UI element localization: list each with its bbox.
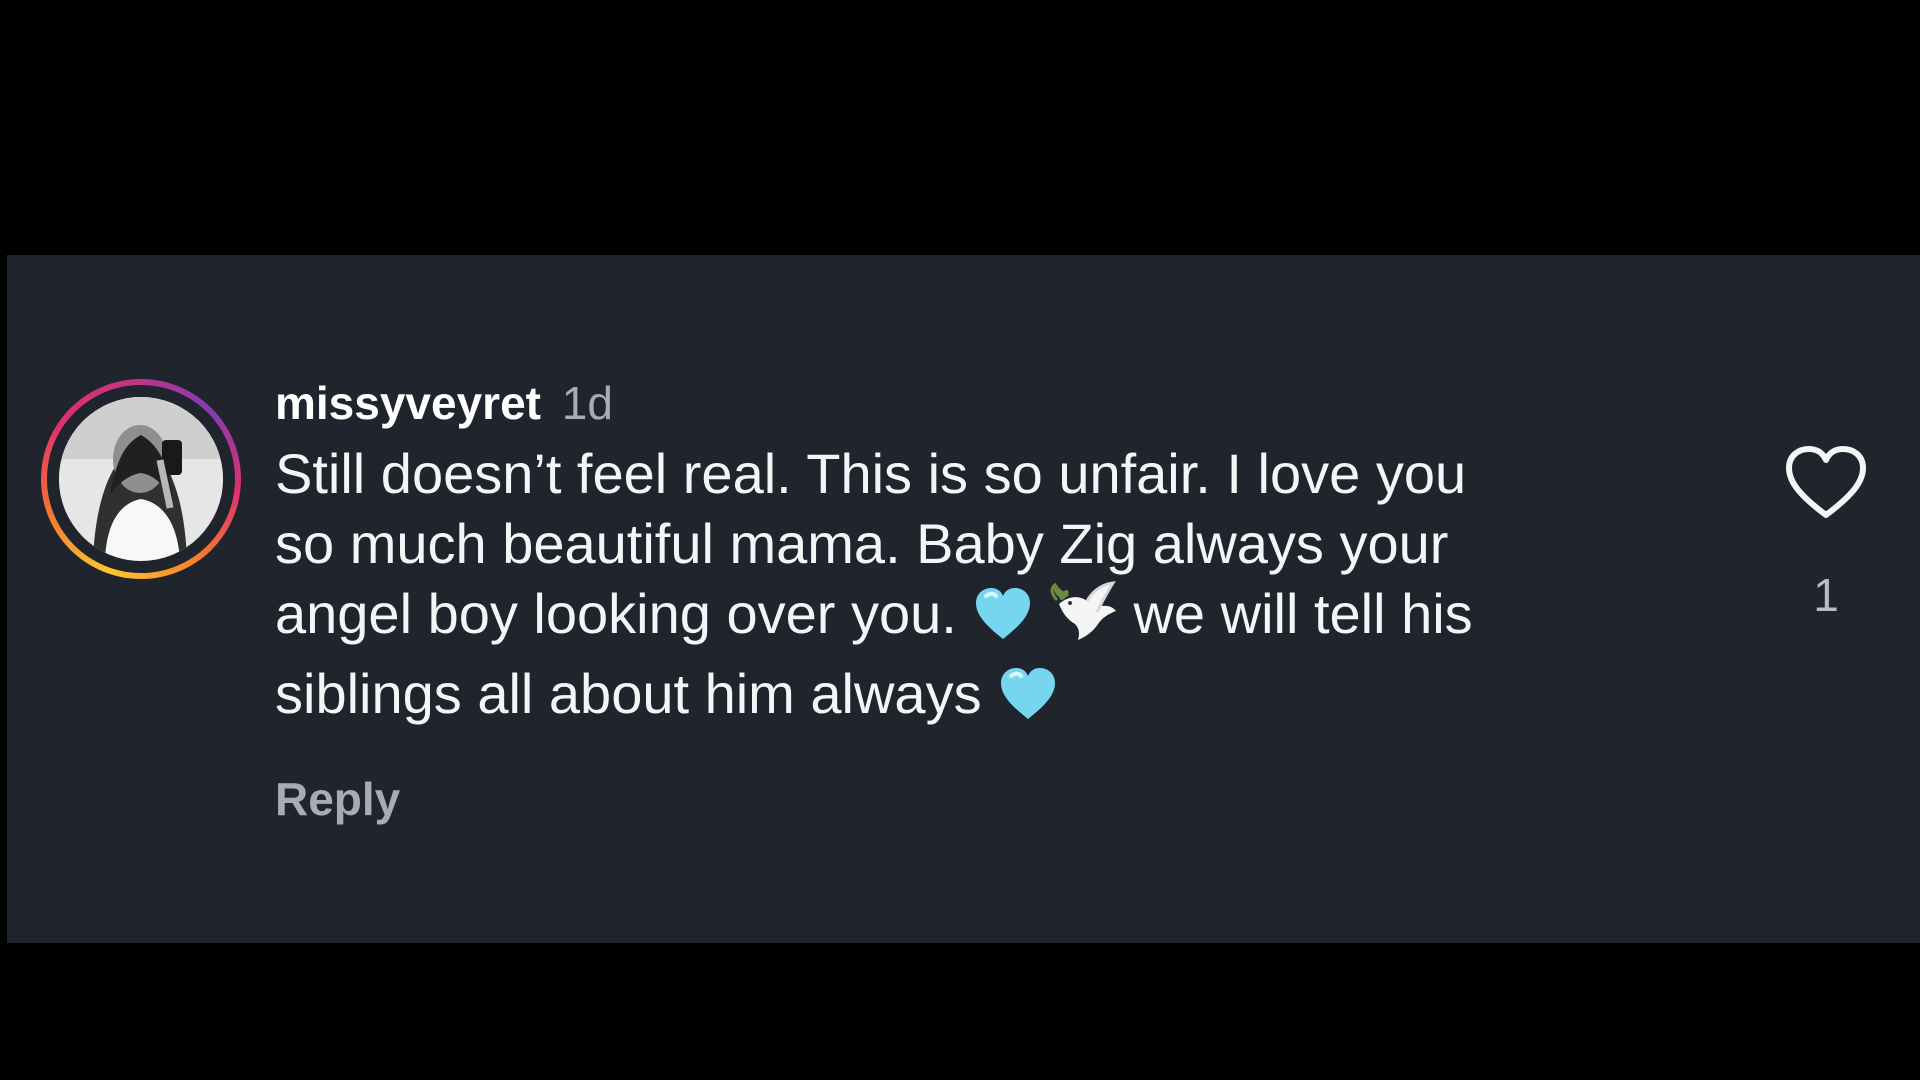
light-blue-heart-icon bbox=[972, 585, 1034, 659]
story-ring bbox=[41, 379, 241, 579]
comment-text-fragment: angel boy looking over you. bbox=[275, 582, 957, 645]
comment-header: missyveyret 1d bbox=[275, 375, 1695, 431]
username[interactable]: missyveyret bbox=[275, 377, 541, 429]
comment-text-fragment: we will tell his bbox=[1133, 582, 1473, 645]
timestamp: 1d bbox=[561, 377, 613, 429]
avatar-image bbox=[59, 397, 223, 561]
avatar-story-ring[interactable] bbox=[41, 379, 241, 579]
comment-text-line: siblings all about him always bbox=[275, 659, 1695, 739]
reply-button[interactable]: Reply bbox=[275, 771, 400, 827]
avatar[interactable] bbox=[59, 397, 223, 561]
comment-text-line: Still doesn’t feel real. This is so unfa… bbox=[275, 442, 1467, 505]
heart-outline-icon[interactable] bbox=[1784, 445, 1868, 521]
like-count: 1 bbox=[1813, 569, 1839, 621]
like-area: 1 bbox=[1784, 445, 1868, 623]
comment-card: missyveyret 1d Still doesn’t feel real. … bbox=[7, 255, 1920, 943]
avatar-gap bbox=[47, 385, 235, 573]
comment-text-line: so much beautiful mama. Baby Zig always … bbox=[275, 512, 1449, 575]
dove-icon bbox=[1050, 581, 1118, 659]
comment-text-fragment: siblings all about him always bbox=[275, 662, 982, 725]
comment-text-line: angel boy looking over you. we will tell… bbox=[275, 579, 1695, 659]
comment-body: missyveyret 1d Still doesn’t feel real. … bbox=[275, 375, 1695, 827]
light-blue-heart-icon bbox=[997, 665, 1059, 739]
comment-text: Still doesn’t feel real. This is so unfa… bbox=[275, 439, 1695, 739]
